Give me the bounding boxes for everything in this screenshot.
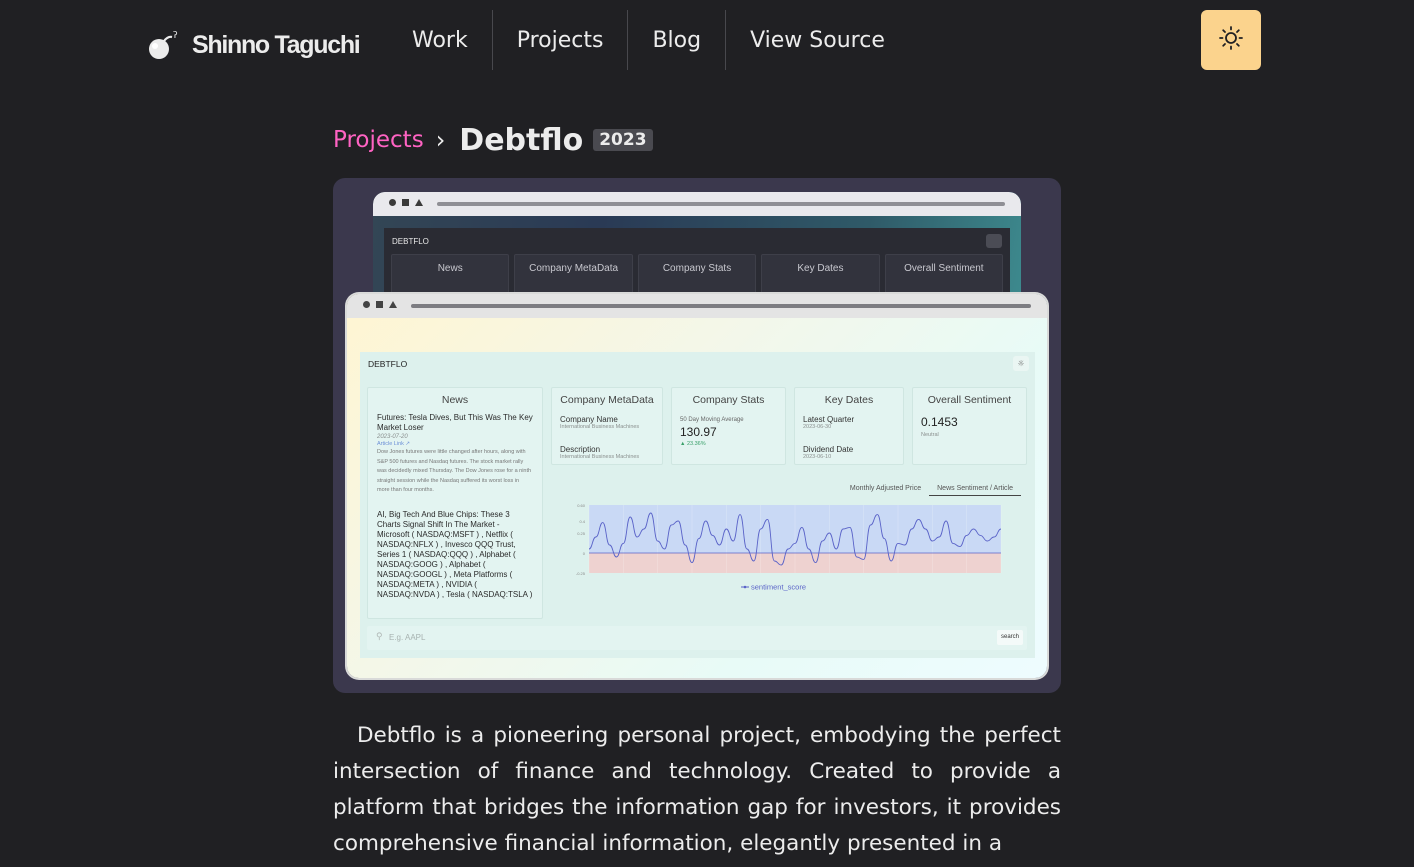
news-title: News [441, 394, 469, 406]
article-link[interactable]: Article Link ↗ [377, 441, 533, 447]
project-description: Debtflo is a pioneering personal project… [333, 723, 1061, 856]
search-input[interactable]: E.g. AAPL [389, 633, 425, 642]
year-badge: 2023 [593, 129, 653, 151]
y-tick-label: 0.4 [579, 519, 585, 524]
light-app: DEBTFLO ☼ News Futures: Tesla Dives, But… [360, 352, 1035, 658]
site-name: Shinno Taguchi [192, 30, 361, 59]
tab-monthly-adjusted-price[interactable]: Monthly Adjusted Price [842, 483, 929, 496]
y-tick-label: 0 [583, 551, 586, 556]
sun-icon [1218, 25, 1244, 55]
app-brand: DEBTFLO [368, 359, 408, 369]
y-tick-label: 0.25 [577, 531, 586, 536]
company-stats-card: Company Stats 50 Day Moving Average 130.… [671, 387, 786, 465]
nav-links: Work Projects Blog View Source [388, 10, 909, 70]
theme-toggle-button[interactable] [1201, 10, 1261, 70]
browser-chrome [373, 192, 1021, 216]
project-screenshot: DEBTFLO News Company MetaData Company St… [333, 178, 1061, 693]
svg-text:ʔ: ʔ [173, 31, 178, 41]
nav-link-work[interactable]: Work [388, 10, 492, 70]
nav-link-view-source[interactable]: View Source [725, 10, 909, 70]
breadcrumb-projects-link[interactable]: Projects [333, 127, 424, 153]
tab-news-sentiment[interactable]: News Sentiment / Article [929, 483, 1021, 496]
company-metadata-card: Company MetaData Company Name Internatio… [551, 387, 663, 465]
page-title: Debtflo [459, 122, 584, 158]
search-button[interactable]: search [997, 630, 1023, 645]
overall-sentiment-card: Overall Sentiment 0.1453 Neutral [912, 387, 1027, 465]
sentiment-line-chart: 0.60 0.4 0.25 0 -0.25 sentiment_score [576, 503, 1002, 592]
legend-marker [743, 585, 747, 589]
nav-link-projects[interactable]: Projects [491, 10, 628, 70]
legend-label: sentiment_score [751, 583, 806, 592]
news-item: AI, Big Tech And Blue Chips: These 3 Cha… [377, 509, 533, 599]
browser-chrome [347, 294, 1047, 318]
news-item: Futures: Tesla Dives, But This Was The K… [377, 413, 533, 493]
y-tick-label: 0.60 [577, 503, 586, 508]
breadcrumb: Projects › Debtflo 2023 [333, 118, 653, 162]
sun-icon: ☼ [1013, 356, 1029, 371]
news-card: News Futures: Tesla Dives, But This Was … [367, 387, 543, 619]
chevron-right-icon: › [435, 126, 446, 154]
bomb-icon: ʔ [146, 26, 184, 64]
moon-icon [986, 234, 1002, 248]
sentiment-chart: Monthly Adjusted Price News Sentiment / … [551, 477, 1027, 619]
site-logo[interactable]: ʔ Shinno Taguchi [146, 26, 361, 64]
search-bar: ⚲ E.g. AAPL search [367, 626, 1027, 650]
y-tick-label: -0.25 [576, 571, 586, 576]
nav-link-blog[interactable]: Blog [627, 10, 725, 70]
top-nav: ʔ Shinno Taguchi Work Projects Blog View… [0, 0, 1414, 84]
app-brand: DEBTFLO [392, 236, 429, 246]
key-dates-card: Key Dates Latest Quarter 2023-06-30 Divi… [794, 387, 904, 465]
search-icon: ⚲ [376, 631, 383, 641]
light-mode-mockup: DEBTFLO ☼ News Futures: Tesla Dives, But… [347, 294, 1047, 678]
